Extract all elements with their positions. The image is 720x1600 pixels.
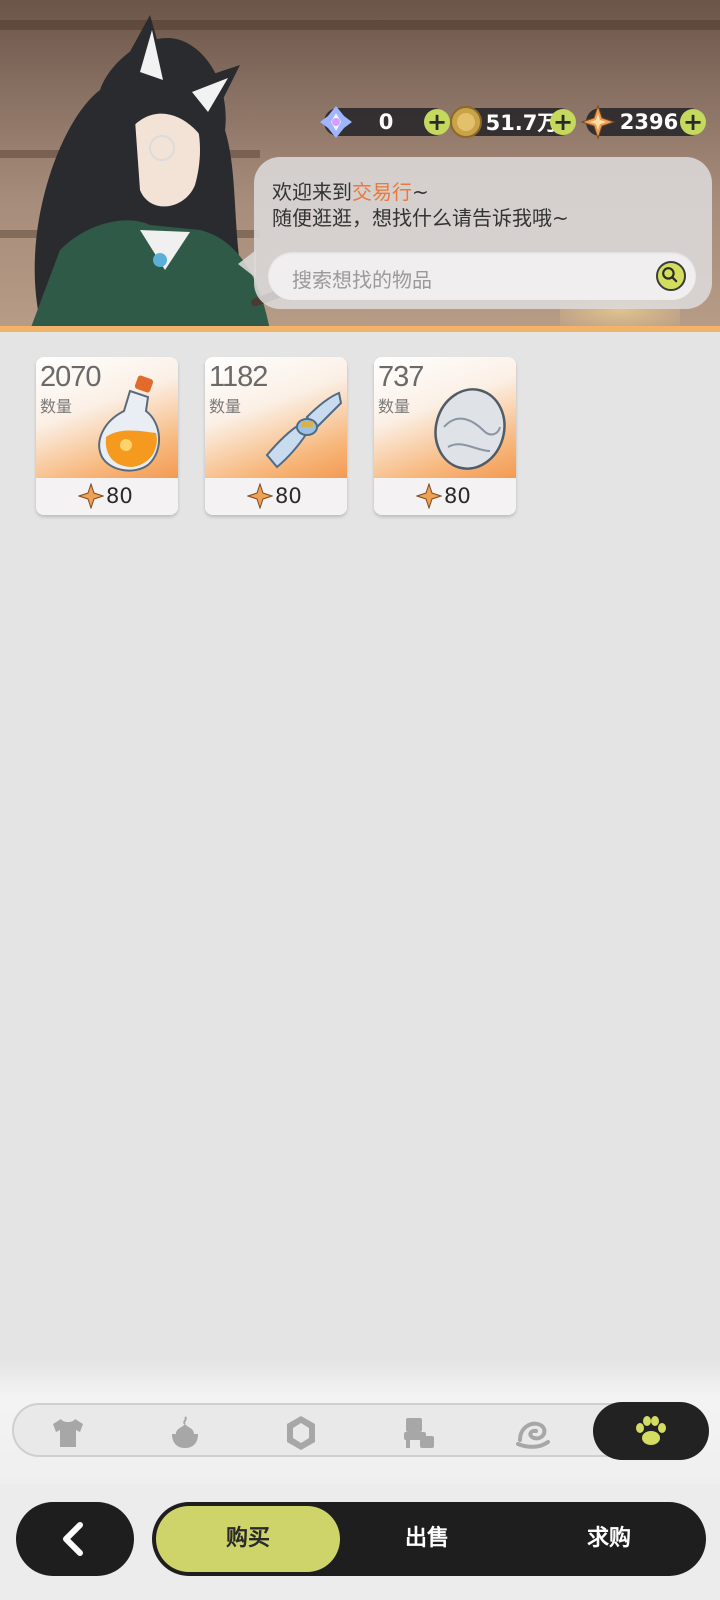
- speech-bubble: 欢迎来到交易行~ 随便逛逛，想找什么请告诉我哦~ 搜索想找的物品: [254, 157, 712, 309]
- greeting-prefix: 欢迎来到: [272, 180, 352, 204]
- currency-crystal: 0 +: [320, 106, 450, 138]
- tab-buy[interactable]: 购买: [156, 1506, 340, 1572]
- item-card[interactable]: 737 数量 80: [374, 357, 516, 515]
- currency-gold: 51.7万 +: [450, 106, 576, 138]
- potion-bottle-icon: [98, 375, 161, 472]
- currency-star: 2396 +: [580, 104, 706, 140]
- tab-request[interactable]: 求购: [534, 1506, 684, 1572]
- paw-icon: [636, 1416, 666, 1445]
- greeting-text: 欢迎来到交易行~ 随便逛逛，想找什么请告诉我哦~: [272, 179, 569, 231]
- item-quantity-label: 数量: [378, 397, 411, 416]
- item-quantity: 737: [378, 361, 424, 393]
- furniture-icon[interactable]: [400, 1414, 438, 1452]
- item-quantity-label: 数量: [40, 397, 73, 416]
- star-shard-icon: [247, 483, 273, 509]
- star-shard-icon: [78, 483, 104, 509]
- greeting-suffix: ~: [412, 180, 429, 204]
- star-shard-icon: [416, 483, 442, 509]
- item-card[interactable]: 1182 数量 80: [205, 357, 347, 515]
- item-card[interactable]: 2070 数量 80: [36, 357, 178, 515]
- food-icon[interactable]: [166, 1414, 204, 1452]
- search-icon[interactable]: [656, 261, 686, 291]
- add-star-button[interactable]: +: [680, 109, 706, 135]
- greeting-line2: 随便逛逛，想找什么请告诉我哦~: [272, 206, 569, 230]
- item-price: 80: [275, 484, 302, 508]
- add-gold-button[interactable]: +: [550, 109, 576, 135]
- item-price: 80: [106, 484, 133, 508]
- greeting-highlight: 交易行: [352, 180, 412, 204]
- item-price: 80: [444, 484, 471, 508]
- header-divider: [0, 326, 720, 332]
- back-button[interactable]: [16, 1502, 134, 1576]
- egg-icon: [434, 388, 506, 470]
- tab-sell[interactable]: 出售: [352, 1506, 502, 1572]
- add-crystal-button[interactable]: +: [424, 109, 450, 135]
- shirt-icon[interactable]: [49, 1414, 87, 1452]
- item-quantity-label: 数量: [209, 397, 242, 416]
- gem-icon[interactable]: [282, 1414, 320, 1452]
- swirl-icon[interactable]: [514, 1414, 552, 1452]
- search-input[interactable]: 搜索想找的物品: [268, 252, 696, 300]
- category-tab-pets[interactable]: [593, 1402, 709, 1460]
- chevron-left-icon: [63, 1522, 83, 1556]
- cloth-roll-icon: [265, 391, 343, 469]
- search-placeholder: 搜索想找的物品: [292, 268, 432, 292]
